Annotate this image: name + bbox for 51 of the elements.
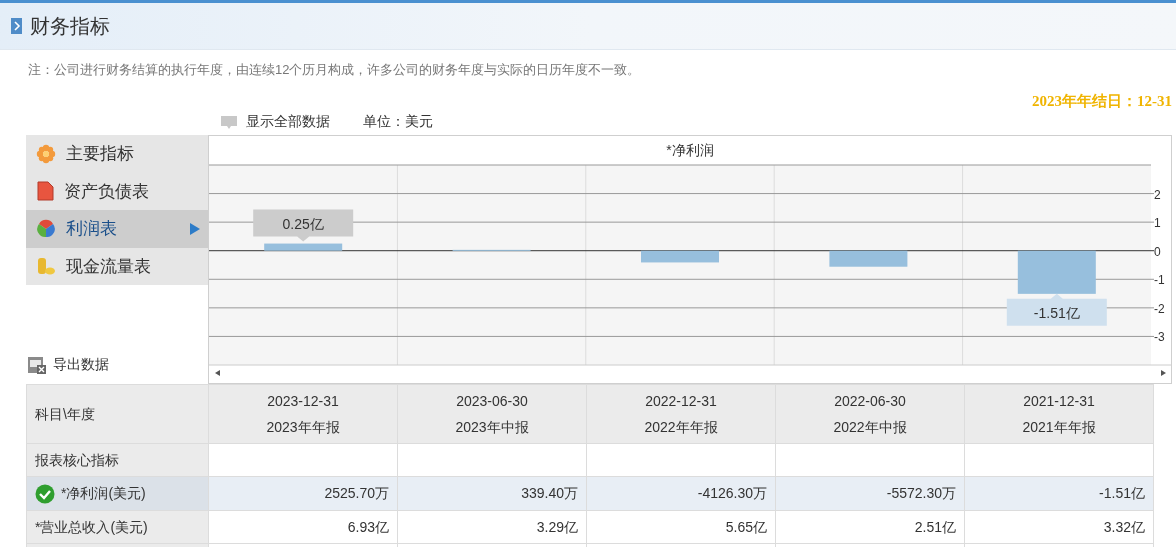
sidebar-item[interactable]: 主要指标 <box>26 135 208 173</box>
note-text: 注：公司进行财务结算的执行年度，由连续12个历月构成，许多公司的财务年度与实际的日历年度不一致。 <box>27 61 642 79</box>
table-cell: 2.51亿 <box>775 510 965 544</box>
y-axis-label: 1 <box>1154 216 1161 231</box>
chart-title: *净利润 <box>666 142 714 158</box>
page-title: 财务指标 <box>30 14 110 39</box>
sidebar-item[interactable]: 资产负债表 <box>26 172 208 210</box>
check-icon <box>35 483 55 504</box>
table-cell: 2525.70万 <box>208 476 398 511</box>
sidebar-item[interactable]: 利润表 <box>26 210 208 248</box>
table-cell: -4126.30万 <box>586 476 776 511</box>
table-cell: 3.29亿 <box>397 510 587 544</box>
y-axis-label: 2 <box>1154 187 1161 202</box>
y-axis-label: -3 <box>1154 330 1165 345</box>
pie-icon <box>36 218 56 239</box>
data-label: 0.25亿 <box>282 215 324 232</box>
chevron-icon <box>11 18 22 34</box>
value-tooltip: 0.25亿 <box>253 209 354 242</box>
scroll-right-icon[interactable] <box>1161 370 1166 376</box>
document-icon <box>36 181 54 202</box>
arrow-icon <box>190 222 200 235</box>
year-end-label: 2023年年结日：12-31 <box>1032 92 1173 111</box>
value-tooltip: -1.51亿 <box>1006 293 1107 326</box>
table-cell: 3.32亿 <box>964 510 1154 544</box>
row-label: *净利润(美元) <box>61 484 146 503</box>
coins-icon <box>36 256 56 277</box>
sidebar-item[interactable]: 现金流量表 <box>26 247 208 285</box>
header-cell: 2022-12-31 2022年年报 <box>586 384 776 444</box>
y-axis-label: -2 <box>1154 301 1165 316</box>
header-cell: 2023-12-31 2023年年报 <box>208 384 398 444</box>
table-cell: -5572.30万 <box>775 476 965 511</box>
y-axis-label: -1 <box>1154 273 1165 288</box>
unit-label: 单位：美元 <box>362 112 434 131</box>
header-cell: 科目\年度 <box>26 384 209 444</box>
export-data-link[interactable]: 导出数据 <box>53 354 109 375</box>
table-cell: 6.93亿 <box>208 510 398 544</box>
table-cell: -1.51亿 <box>964 476 1154 511</box>
header-cell: 2022-06-30 2022年中报 <box>775 384 965 444</box>
data-label: -1.51亿 <box>1033 304 1080 321</box>
table-cell: 339.40万 <box>397 476 587 511</box>
table-cell: 5.65亿 <box>586 510 776 544</box>
row-label: 报表核心指标 <box>35 450 119 470</box>
flower-icon <box>36 143 56 164</box>
speech-bubble-icon <box>220 115 238 131</box>
export-icon[interactable] <box>27 354 47 375</box>
y-axis-label: 0 <box>1154 244 1161 259</box>
row-label: *营业总收入(美元) <box>35 517 148 537</box>
header-cell: 2021-12-31 2021年年报 <box>964 384 1154 444</box>
scroll-left-icon[interactable] <box>215 370 220 376</box>
header-cell: 2023-06-30 2023年中报 <box>397 384 587 444</box>
show-all-data-link[interactable]: 显示全部数据 <box>246 111 330 132</box>
